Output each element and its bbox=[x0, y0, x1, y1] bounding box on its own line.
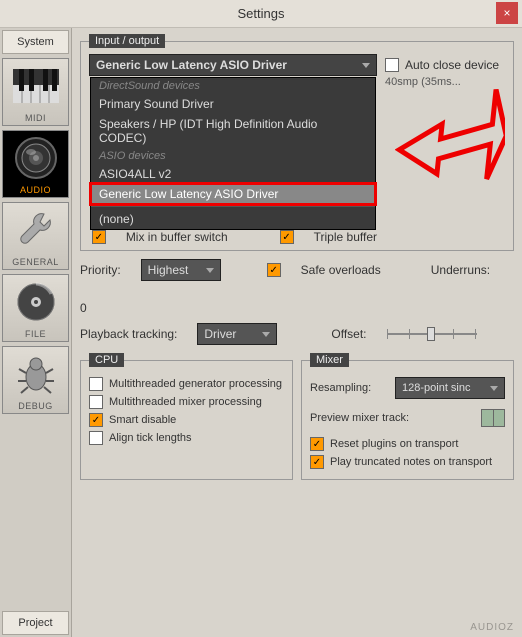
checkbox-safe-overloads[interactable] bbox=[267, 263, 281, 277]
priority-row: Priority: Highest Safe overloads Underru… bbox=[80, 259, 514, 315]
panel-legend: CPU bbox=[89, 353, 124, 367]
window-title: Settings bbox=[238, 6, 285, 21]
offset-slider[interactable] bbox=[387, 325, 477, 343]
playback-row: Playback tracking: Driver Offset: bbox=[80, 323, 514, 345]
sidebar-item-general[interactable]: GENERAL bbox=[2, 202, 69, 270]
label-offset: Offset: bbox=[331, 327, 366, 341]
sidebar-item-label: AUDIO bbox=[20, 185, 51, 195]
label-triple-buffer: Triple buffer bbox=[314, 230, 377, 244]
checkbox-mt-generator[interactable] bbox=[89, 377, 103, 391]
label-play-truncated: Play truncated notes on transport bbox=[330, 456, 492, 468]
label-auto-close: Auto close device bbox=[405, 58, 499, 72]
checkbox-reset-plugins[interactable] bbox=[310, 437, 324, 451]
sidebar-item-label: DEBUG bbox=[18, 401, 53, 411]
checkbox-align-tick[interactable] bbox=[89, 431, 103, 445]
label-resampling: Resampling: bbox=[310, 382, 371, 394]
playback-tracking-value: Driver bbox=[204, 327, 236, 341]
chevron-down-icon bbox=[262, 332, 270, 337]
sidebar-item-audio[interactable]: AUDIO bbox=[2, 130, 69, 198]
sidebar-item-debug[interactable]: DEBUG bbox=[2, 346, 69, 414]
sidebar-item-midi[interactable]: MIDI bbox=[2, 58, 69, 126]
underruns-value: 0 bbox=[80, 301, 87, 315]
label-priority: Priority: bbox=[80, 263, 121, 277]
resampling-dropdown[interactable]: 128-point sinc bbox=[395, 377, 505, 399]
chevron-down-icon bbox=[362, 63, 370, 68]
dropdown-option[interactable]: Speakers / HP (IDT High Definition Audio… bbox=[91, 114, 375, 148]
preview-track-selector[interactable] bbox=[481, 409, 505, 427]
dropdown-group-header: DirectSound devices bbox=[91, 78, 375, 94]
panel-legend: Mixer bbox=[310, 353, 349, 367]
panel-cpu: CPU Multithreaded generator processing M… bbox=[80, 353, 293, 480]
tab-system[interactable]: System bbox=[2, 30, 69, 54]
close-button[interactable]: × bbox=[496, 2, 518, 24]
label-reset-plugins: Reset plugins on transport bbox=[330, 438, 458, 450]
label-preview-track: Preview mixer track: bbox=[310, 412, 409, 424]
checkbox-mix-in-buffer[interactable] bbox=[92, 230, 106, 244]
checkbox-smart-disable[interactable] bbox=[89, 413, 103, 427]
label-align-tick: Align tick lengths bbox=[109, 432, 192, 444]
label-mix-in-buffer: Mix in buffer switch bbox=[126, 230, 228, 244]
label-smart-disable: Smart disable bbox=[109, 414, 176, 426]
priority-value: Highest bbox=[148, 263, 189, 277]
checkbox-triple-buffer[interactable] bbox=[280, 230, 294, 244]
sidebar: System MIDI AUDIO GENERAL bbox=[0, 28, 72, 637]
tab-project[interactable]: Project bbox=[2, 611, 69, 635]
label-mt-mixer: Multithreaded mixer processing bbox=[109, 396, 262, 408]
chevron-down-icon bbox=[206, 268, 214, 273]
piano-keys-icon bbox=[3, 59, 68, 113]
playback-tracking-dropdown[interactable]: Driver bbox=[197, 323, 277, 345]
speaker-icon bbox=[3, 131, 68, 185]
panel-mixer: Mixer Resampling: 128-point sinc Preview… bbox=[301, 353, 514, 480]
label-playback-tracking: Playback tracking: bbox=[80, 327, 177, 341]
dropdown-option-none[interactable]: (none) bbox=[91, 209, 375, 229]
latency-readout: 40smp (35ms... bbox=[385, 76, 461, 88]
wrench-icon bbox=[3, 203, 68, 257]
main-content: Input / output Generic Low Latency ASIO … bbox=[72, 28, 522, 637]
device-dropdown-value: Generic Low Latency ASIO Driver bbox=[96, 58, 287, 72]
dropdown-group-header: ASIO devices bbox=[91, 148, 375, 164]
device-dropdown-list: DirectSound devices Primary Sound Driver… bbox=[90, 77, 376, 230]
sidebar-item-file[interactable]: FILE bbox=[2, 274, 69, 342]
panel-input-output: Input / output Generic Low Latency ASIO … bbox=[80, 34, 514, 251]
panel-legend: Input / output bbox=[89, 34, 165, 48]
sidebar-item-label: MIDI bbox=[25, 113, 46, 123]
sidebar-item-label: GENERAL bbox=[12, 257, 59, 267]
checkbox-auto-close[interactable] bbox=[385, 58, 399, 72]
label-safe-overloads: Safe overloads bbox=[301, 263, 381, 277]
close-icon: × bbox=[503, 6, 510, 20]
chevron-down-icon bbox=[490, 386, 498, 391]
label-mt-generator: Multithreaded generator processing bbox=[109, 378, 282, 390]
watermark: AUDIOZ bbox=[470, 622, 514, 633]
device-dropdown[interactable]: Generic Low Latency ASIO Driver DirectSo… bbox=[89, 54, 377, 76]
label-underruns: Underruns: bbox=[431, 263, 490, 277]
tab-project-label: Project bbox=[18, 617, 52, 629]
tab-system-label: System bbox=[17, 36, 54, 48]
priority-dropdown[interactable]: Highest bbox=[141, 259, 221, 281]
bug-icon bbox=[3, 347, 68, 401]
sidebar-item-label: FILE bbox=[25, 329, 46, 339]
dropdown-option[interactable]: ASIO4ALL v2 bbox=[91, 164, 375, 184]
dropdown-option[interactable]: Primary Sound Driver bbox=[91, 94, 375, 114]
dropdown-option-selected[interactable]: Generic Low Latency ASIO Driver bbox=[91, 184, 375, 204]
resampling-value: 128-point sinc bbox=[402, 382, 471, 394]
checkbox-play-truncated[interactable] bbox=[310, 455, 324, 469]
slider-thumb[interactable] bbox=[427, 327, 435, 341]
title-bar: Settings × bbox=[0, 0, 522, 28]
checkbox-mt-mixer[interactable] bbox=[89, 395, 103, 409]
disc-icon bbox=[3, 275, 68, 329]
